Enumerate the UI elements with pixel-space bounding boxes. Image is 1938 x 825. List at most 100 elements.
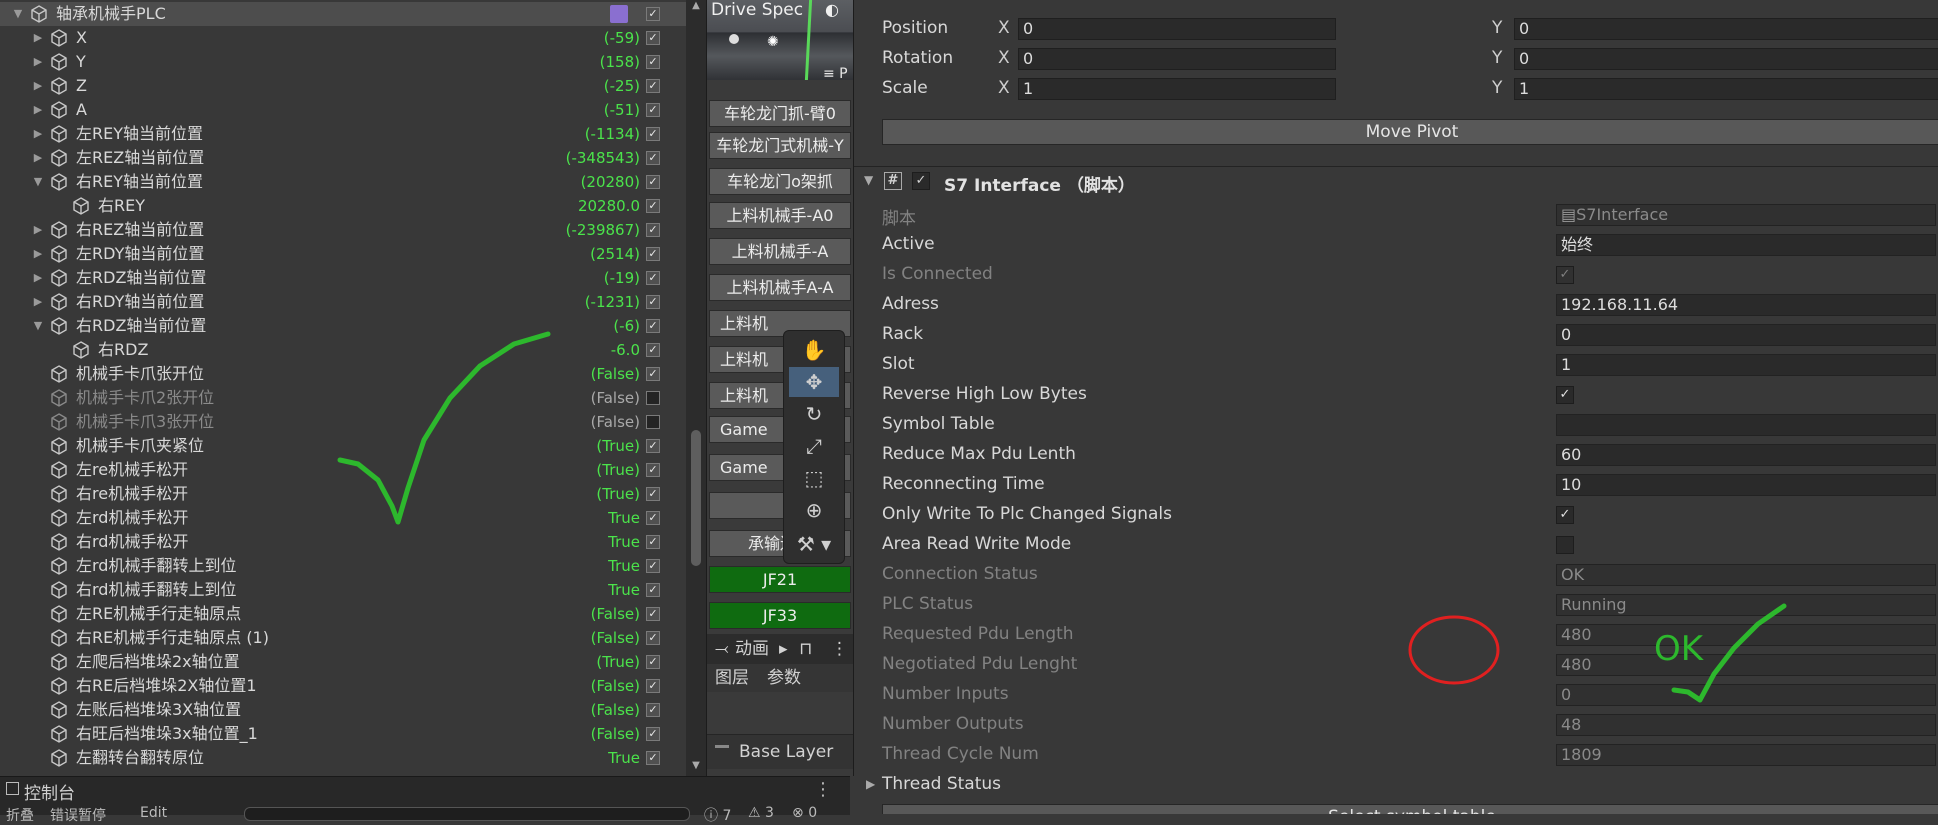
hierarchy-row[interactable]: 右旺后档堆垛3x轴位置_1 (False) ✓ (0, 722, 686, 746)
animator-lock-icon[interactable]: ⊓ (799, 634, 812, 664)
hierarchy-row[interactable]: 右REY 20280.0 ✓ (0, 194, 686, 218)
signal-button-jf21[interactable]: JF21 (709, 566, 851, 593)
scene-object-button[interactable]: 上料机械手-A (709, 238, 851, 265)
field-value[interactable]: 60 (1556, 444, 1936, 466)
editor-dropdown[interactable]: Edit (140, 805, 167, 821)
hierarchy-row[interactable]: ▼ 右REY轴当前位置 (20280) ✓ (0, 170, 686, 194)
rotate-tool-icon[interactable]: ↻ (789, 399, 839, 429)
hierarchy-row-checkbox[interactable]: ✓ (646, 223, 660, 237)
hierarchy-row-checkbox[interactable]: ✓ (646, 55, 660, 69)
scene-object-button[interactable]: 车轮龙门o架抓 (709, 168, 851, 195)
tab-layers[interactable]: 图层 (715, 664, 749, 692)
hierarchy-scroll-thumb[interactable] (691, 430, 701, 566)
animator-menu-icon[interactable]: ⋮ (831, 634, 848, 664)
hierarchy-row-checkbox[interactable]: ✓ (646, 727, 660, 741)
field-value[interactable]: 0 (1556, 324, 1936, 346)
hierarchy-row-checkbox[interactable]: ✓ (646, 127, 660, 141)
field-checkbox[interactable]: ✓ (1556, 506, 1574, 524)
scroll-down-icon[interactable]: ▼ (690, 760, 702, 771)
rotation-x-field[interactable]: 0 (1018, 48, 1336, 70)
hierarchy-row[interactable]: 左RE机械手行走轴原点 (False) ✓ (0, 602, 686, 626)
thread-status-foldout[interactable]: ▶ Thread Status (854, 770, 1938, 800)
base-layer-row[interactable]: Base Layer (707, 734, 853, 769)
select-symbol-table-button[interactable]: Select symbol table (882, 804, 1938, 814)
hierarchy-row[interactable]: 左rd机械手松开 True ✓ (0, 506, 686, 530)
hierarchy-row[interactable]: ▶ Y (158) ✓ (0, 50, 686, 74)
hierarchy-row[interactable]: ▶ 左RDZ轴当前位置 (-19) ✓ (0, 266, 686, 290)
hierarchy-row[interactable]: ▶ X (-59) ✓ (0, 26, 686, 50)
transform-tool-icon[interactable]: ⊕ (789, 495, 839, 525)
hierarchy-row-checkbox[interactable]: ✓ (646, 463, 660, 477)
root-active-checkbox[interactable]: ✓ (646, 7, 660, 21)
move-tool-icon[interactable]: ✥ (789, 367, 839, 397)
hierarchy-row[interactable]: 机械手卡爪夹紧位 (True) ✓ (0, 434, 686, 458)
field-value[interactable]: 10 (1556, 474, 1936, 496)
error-pause-button[interactable]: 错误暂停 (50, 805, 106, 825)
scene-object-button[interactable]: 上料机械手-A0 (709, 202, 851, 229)
animator-play-icon[interactable]: ▸ (779, 634, 788, 664)
hierarchy-row[interactable]: 机械手卡爪张开位 (False) ✓ (0, 362, 686, 386)
hierarchy-row[interactable]: 右RE后档堆垛2X轴位置1 (False) ✓ (0, 674, 686, 698)
hierarchy-row[interactable]: 右rd机械手松开 True ✓ (0, 530, 686, 554)
animator-tab[interactable]: 动画 (735, 634, 769, 664)
hierarchy-row[interactable]: 机械手卡爪3张开位 (False) (0, 410, 686, 434)
hierarchy-row-checkbox[interactable]: ✓ (646, 511, 660, 525)
position-x-field[interactable]: 0 (1018, 18, 1336, 40)
hierarchy-row-checkbox[interactable]: ✓ (646, 583, 660, 597)
fold-closed-icon[interactable]: ▶ (32, 74, 44, 98)
hierarchy-row[interactable]: 左爬后档堆垛2x轴位置 (True) ✓ (0, 650, 686, 674)
prefab-icon[interactable] (610, 5, 628, 23)
warning-count[interactable]: ⚠ 3 (748, 805, 774, 821)
hierarchy-row[interactable]: ▶ 左RDY轴当前位置 (2514) ✓ (0, 242, 686, 266)
hierarchy-row[interactable]: 左re机械手松开 (True) ✓ (0, 458, 686, 482)
hierarchy-row-checkbox[interactable]: ✓ (646, 295, 660, 309)
hierarchy-row-checkbox[interactable]: ✓ (646, 103, 660, 117)
scene-object-button[interactable]: 车轮龙门式机械-Y (709, 132, 851, 159)
hierarchy-row[interactable]: 左翻转台翻转原位 True ✓ (0, 746, 686, 770)
hierarchy-row-checkbox[interactable]: ✓ (646, 487, 660, 501)
field-checkbox[interactable]: ✓ (1556, 386, 1574, 404)
custom-tool-icon[interactable]: ⚒ ▾ (789, 529, 839, 559)
hierarchy-row[interactable]: 左账后档堆垛3X轴位置 (False) ✓ (0, 698, 686, 722)
scene-viewport[interactable]: Drive Spec ◐ ✺ ≡ P (707, 0, 853, 82)
scale-y-field[interactable]: 1 (1514, 78, 1938, 100)
hierarchy-row-checkbox[interactable]: ✓ (646, 607, 660, 621)
hierarchy-row[interactable]: 左rd机械手翻转上到位 True ✓ (0, 554, 686, 578)
move-pivot-button[interactable]: Move Pivot (882, 119, 1938, 145)
fold-closed-icon[interactable]: ▶ (32, 218, 44, 242)
hierarchy-row-checkbox[interactable]: ✓ (646, 247, 660, 261)
position-y-field[interactable]: 0 (1514, 18, 1938, 40)
tab-parameters[interactable]: 参数 (767, 664, 801, 692)
field-value[interactable]: 始终 (1556, 234, 1936, 256)
hierarchy-row[interactable]: ▶ 右REZ轴当前位置 (-239867) ✓ (0, 218, 686, 242)
hierarchy-row-checkbox[interactable]: ✓ (646, 631, 660, 645)
hierarchy-row-checkbox[interactable]: ✓ (646, 439, 660, 453)
hierarchy-root-row[interactable]: ▼ 轴承机械手PLC ✓ (0, 2, 686, 26)
hierarchy-row-checkbox[interactable]: ✓ (646, 703, 660, 717)
scene-object-button[interactable]: 车轮龙门抓-臂0 (709, 100, 851, 127)
hierarchy-row[interactable]: 右RDZ -6.0 ✓ (0, 338, 686, 362)
fold-open-icon[interactable]: ▼ (32, 170, 44, 194)
component-fold-icon[interactable]: ▼ (864, 173, 873, 187)
hierarchy-row-checkbox[interactable]: ✓ (646, 175, 660, 189)
field-value[interactable]: 192.168.11.64 (1556, 294, 1936, 316)
hierarchy-row-checkbox[interactable] (646, 415, 660, 429)
hierarchy-row-checkbox[interactable]: ✓ (646, 751, 660, 765)
fold-open-icon[interactable]: ▼ (12, 2, 24, 26)
hand-tool-icon[interactable]: ✋ (789, 335, 839, 365)
console-tab[interactable]: 控制台 (24, 779, 75, 804)
collapse-button[interactable]: 折叠 (6, 805, 34, 825)
scale-x-field[interactable]: 1 (1018, 78, 1336, 100)
hierarchy-row-checkbox[interactable]: ✓ (646, 31, 660, 45)
log-count[interactable]: ⓘ 7 (704, 805, 731, 825)
hierarchy-row-checkbox[interactable]: ✓ (646, 271, 660, 285)
hierarchy-row-checkbox[interactable]: ✓ (646, 679, 660, 693)
hierarchy-row-checkbox[interactable]: ✓ (646, 343, 660, 357)
scene-overlay-icon[interactable]: ◐ (825, 0, 839, 19)
hierarchy-row[interactable]: 机械手卡爪2张开位 (False) (0, 386, 686, 410)
hierarchy-row-checkbox[interactable]: ✓ (646, 655, 660, 669)
hierarchy-row[interactable]: ▶ 右RDY轴当前位置 (-1231) ✓ (0, 290, 686, 314)
field-value[interactable]: 1 (1556, 354, 1936, 376)
hierarchy-row[interactable]: ▶ Z (-25) ✓ (0, 74, 686, 98)
hierarchy-row-checkbox[interactable]: ✓ (646, 151, 660, 165)
